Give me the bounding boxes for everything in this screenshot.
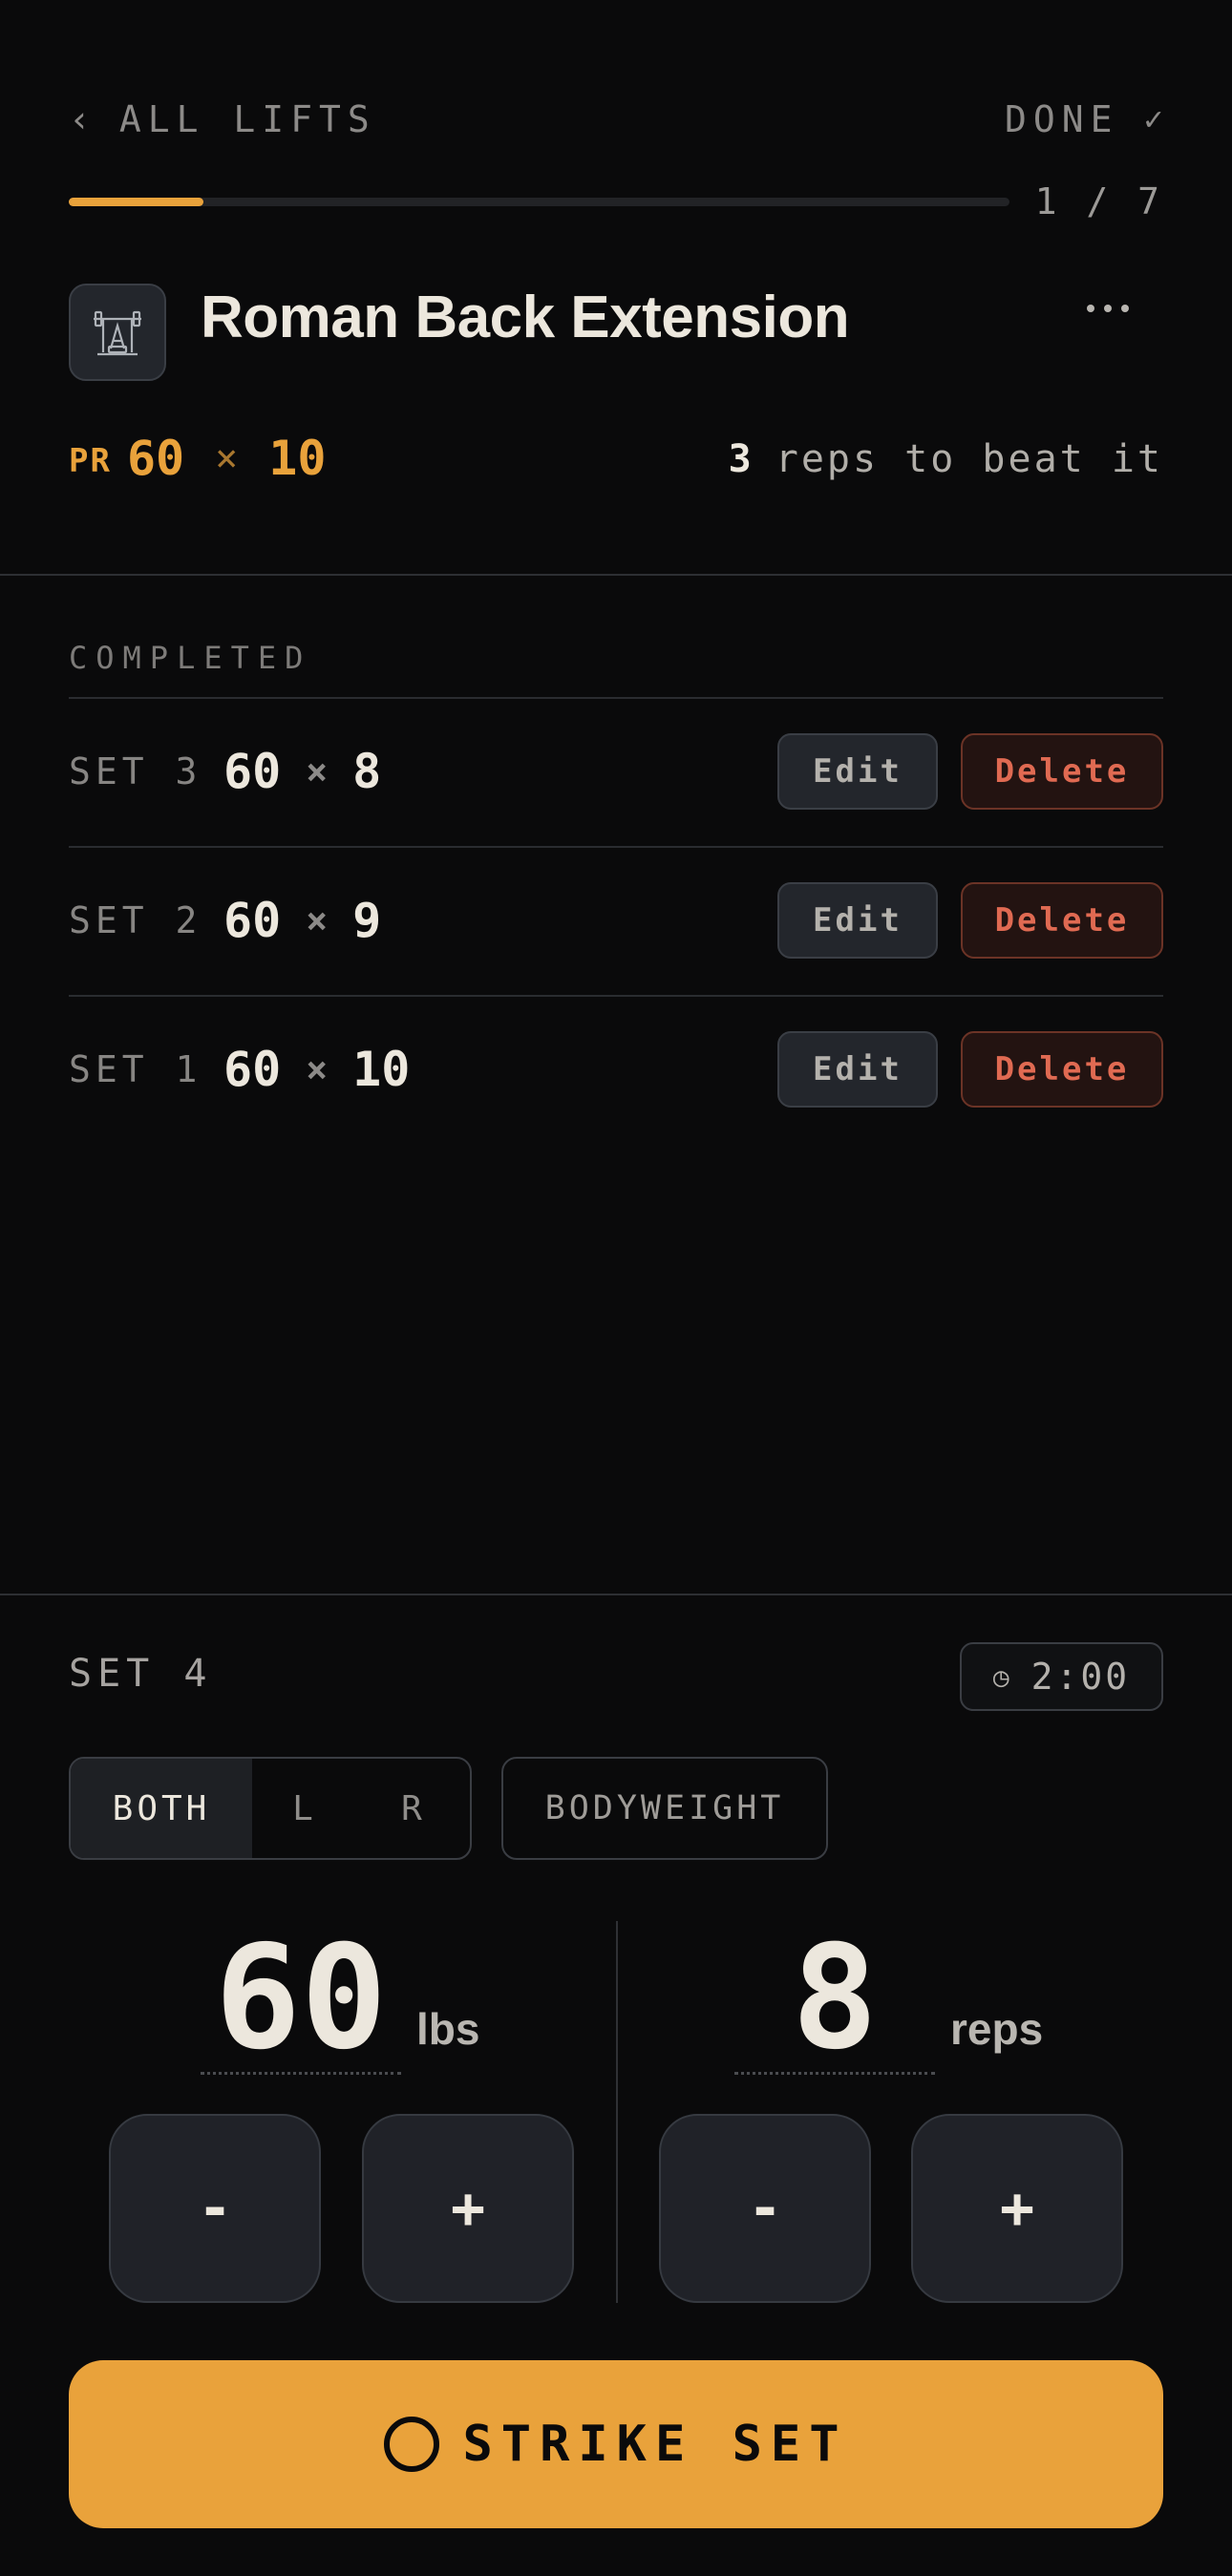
pr-reps: 10: [268, 431, 327, 486]
personal-record: PR 60 × 10: [69, 428, 326, 489]
set-value: 60 × 8: [223, 744, 381, 799]
side-option-both[interactable]: BOTH: [71, 1759, 252, 1858]
set-label: SET 2: [69, 899, 202, 941]
set-label: SET 3: [69, 750, 202, 792]
side-selector: BOTH L R: [69, 1757, 472, 1860]
side-option-left[interactable]: L: [252, 1759, 357, 1858]
lift-title: Roman Back Extension: [201, 284, 850, 350]
strike-set-label: STRIKE SET: [462, 2416, 848, 2473]
times-sign: ×: [306, 1048, 329, 1090]
more-options-icon[interactable]: [1072, 286, 1144, 330]
completed-set-row: SET 3 60 × 8 Edit Delete: [69, 698, 1163, 845]
reps-underline: [734, 2072, 935, 2075]
set-value: 60 × 10: [223, 1042, 410, 1097]
done-label: DONE: [1005, 98, 1119, 140]
times-sign: ×: [306, 750, 329, 792]
rest-timer-button[interactable]: ◷ 2:00: [960, 1642, 1163, 1711]
set-reps: 10: [352, 1042, 411, 1097]
circle-icon: [384, 2417, 440, 2472]
side-option-right[interactable]: R: [357, 1759, 470, 1858]
delete-set-button[interactable]: Delete: [961, 1031, 1163, 1108]
reps-input[interactable]: 8: [734, 1898, 935, 2070]
weight-unit: lbs: [416, 2004, 480, 2054]
pr-label: PR: [69, 442, 112, 480]
times-sign: ×: [306, 899, 329, 941]
entry-divider: [0, 1594, 1232, 1595]
set-reps: 8: [352, 744, 382, 799]
set-label: SET 1: [69, 1048, 202, 1090]
back-to-all-lifts-button[interactable]: ‹ ALL LIFTS: [69, 95, 376, 143]
lift-counter: 1 / 7: [1034, 180, 1163, 222]
rest-timer-value: 2:00: [1030, 1656, 1131, 1698]
delete-set-button[interactable]: Delete: [961, 733, 1163, 810]
set-weight: 60: [223, 1042, 282, 1097]
set-weight: 60: [223, 744, 282, 799]
completed-set-row: SET 2 60 × 9 Edit Delete: [69, 847, 1163, 994]
reps-to-beat: 3 reps to beat it: [729, 432, 1163, 487]
barbell-rack-icon[interactable]: [69, 284, 166, 381]
edit-set-button[interactable]: Edit: [777, 733, 938, 810]
current-set-label: SET 4: [69, 1652, 213, 1696]
done-button[interactable]: DONE ✓: [1005, 95, 1163, 143]
lift-progress-bar: [69, 198, 1009, 206]
completed-section-label: COMPLETED: [69, 640, 312, 676]
set-reps: 9: [352, 893, 382, 948]
reps-to-beat-count: 3: [728, 437, 754, 481]
lift-progress-fill: [69, 198, 203, 206]
chevron-left-icon: ‹: [69, 98, 91, 140]
delete-set-button[interactable]: Delete: [961, 882, 1163, 959]
strike-set-button[interactable]: STRIKE SET: [69, 2360, 1163, 2528]
edit-set-button[interactable]: Edit: [777, 882, 938, 959]
reps-decrease-button[interactable]: -: [659, 2114, 871, 2303]
weight-input[interactable]: 60: [201, 1898, 401, 2070]
reps-increase-button[interactable]: +: [911, 2114, 1123, 2303]
set-value: 60 × 9: [223, 893, 381, 948]
back-label: ALL LIFTS: [118, 98, 376, 140]
weight-decrease-button[interactable]: -: [109, 2114, 321, 2303]
bodyweight-toggle[interactable]: BODYWEIGHT: [501, 1757, 828, 1860]
set-weight: 60: [223, 893, 282, 948]
workout-screen: ‹ ALL LIFTS DONE ✓ 1 / 7 Roman Back Exte…: [0, 0, 1232, 2576]
clock-icon: ◷: [992, 1660, 1012, 1693]
pr-times-sign: ×: [215, 436, 239, 480]
weight-underline: [201, 2072, 401, 2075]
pr-weight: 60: [126, 431, 185, 486]
header-divider: [0, 574, 1232, 576]
reps-unit: reps: [950, 2004, 1044, 2054]
input-separator: [616, 1921, 618, 2303]
reps-to-beat-text: reps to beat it: [775, 437, 1163, 481]
check-icon: ✓: [1143, 100, 1163, 138]
completed-set-row: SET 1 60 × 10 Edit Delete: [69, 996, 1163, 1143]
edit-set-button[interactable]: Edit: [777, 1031, 938, 1108]
weight-increase-button[interactable]: +: [362, 2114, 574, 2303]
